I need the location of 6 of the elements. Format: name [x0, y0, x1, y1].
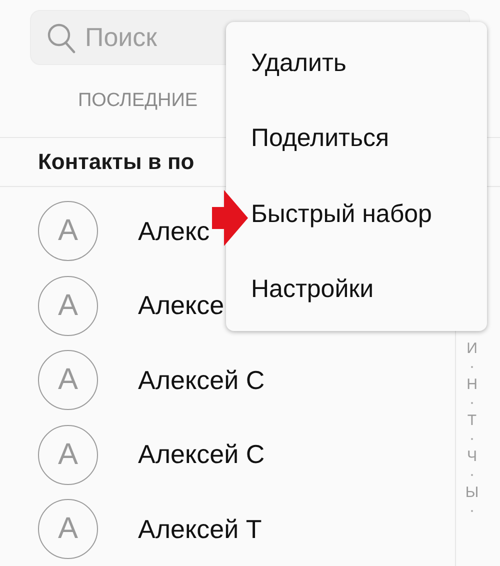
- avatar: A: [38, 424, 98, 485]
- section-header: Контакты в по: [38, 149, 194, 175]
- avatar: A: [38, 350, 98, 410]
- avatar: A: [38, 499, 98, 560]
- avatar: A: [38, 201, 98, 262]
- avatar: A: [38, 276, 98, 336]
